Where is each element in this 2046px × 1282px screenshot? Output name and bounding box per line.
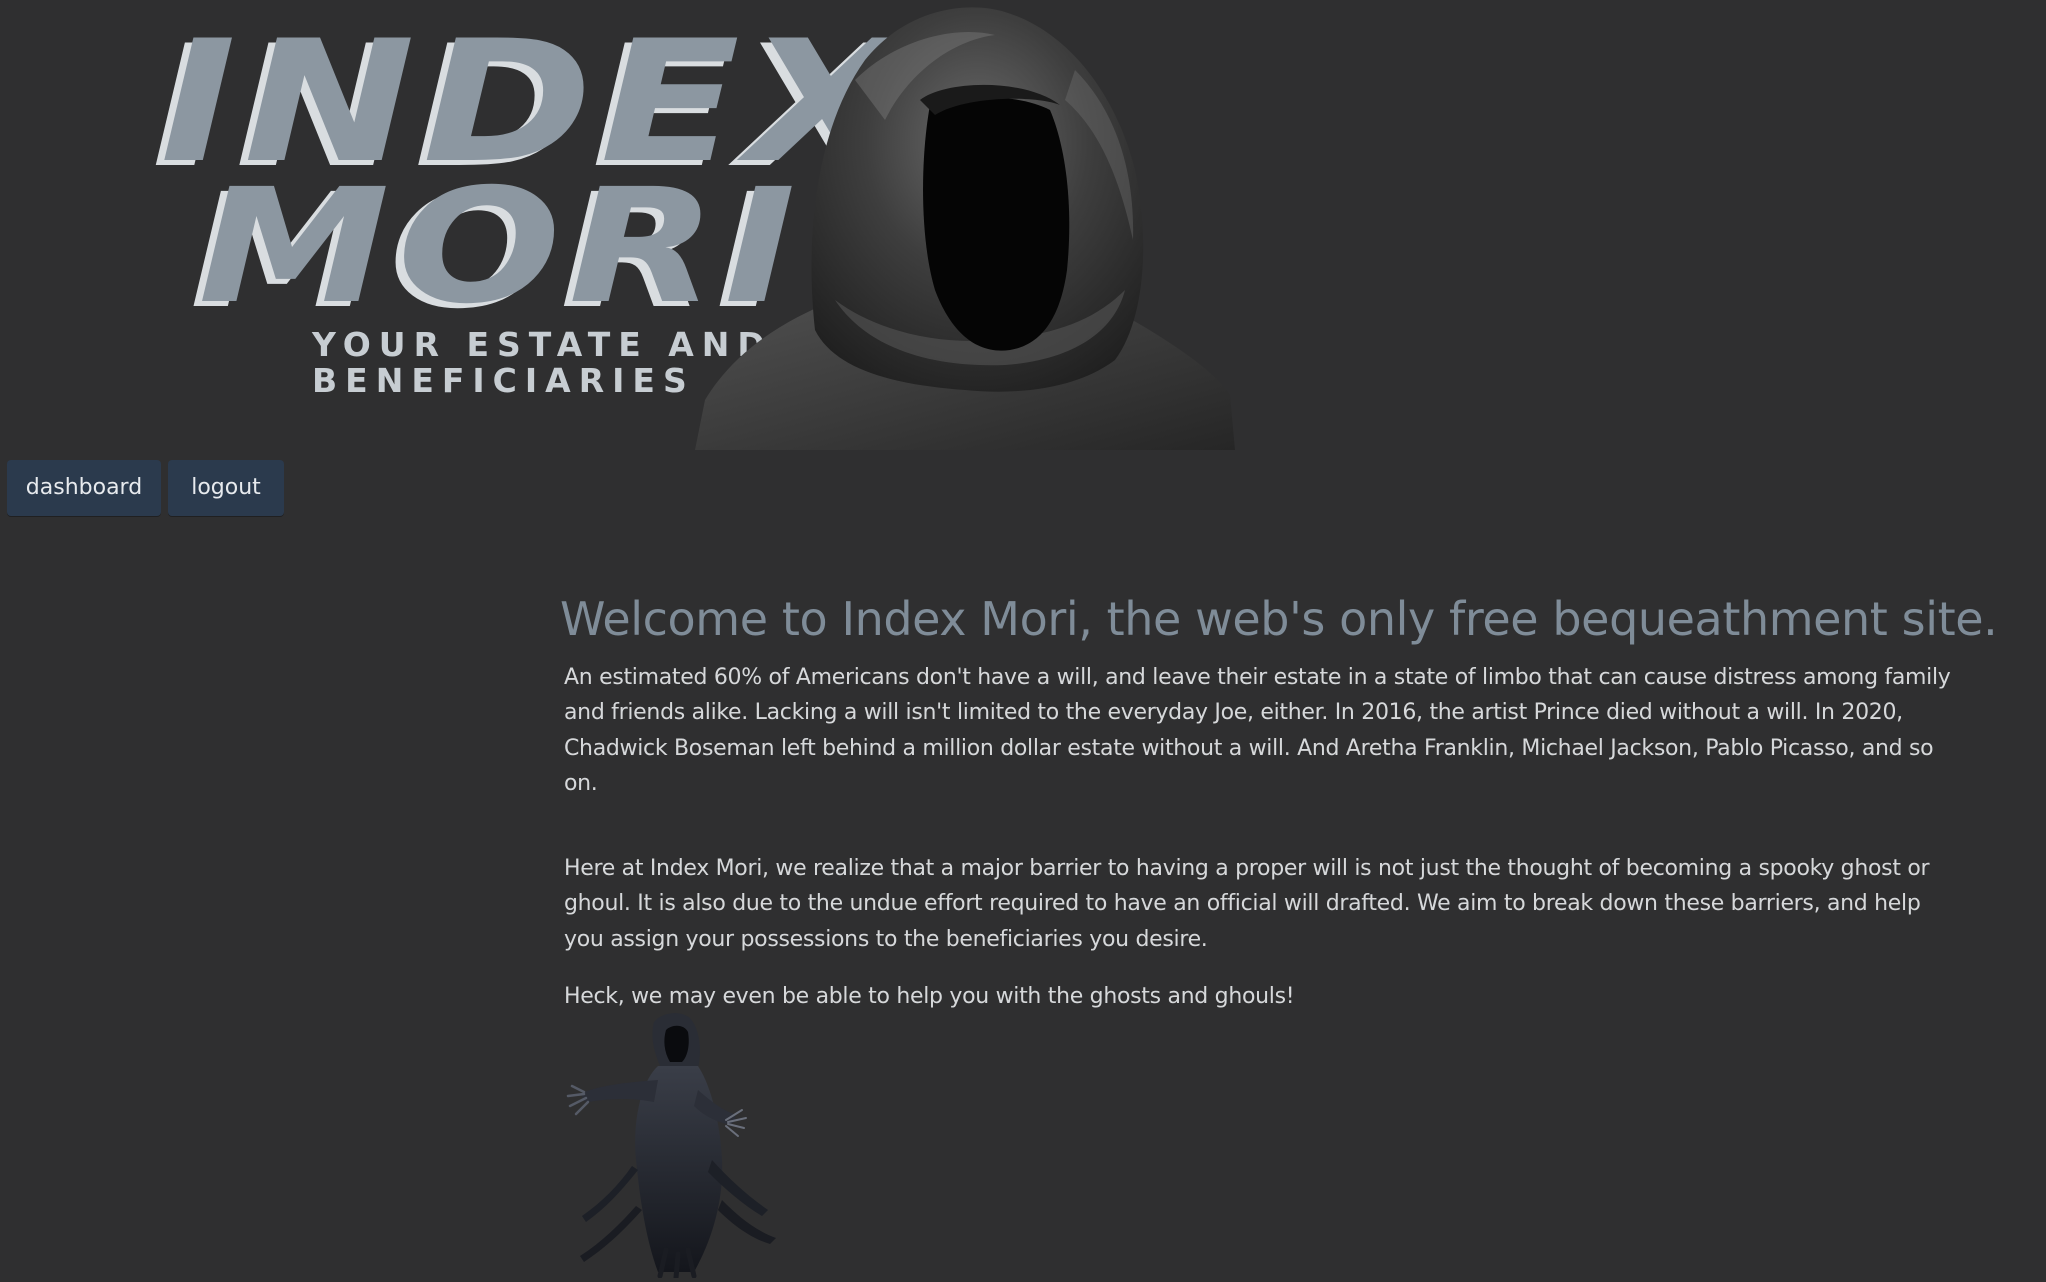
page-title: Welcome to Index Mori, the web's only fr… — [560, 592, 1998, 646]
main-content: Welcome to Index Mori, the web's only fr… — [560, 590, 1998, 1015]
dementor-figure-image — [566, 1013, 776, 1278]
hooded-reaper-image — [695, 7, 1235, 450]
dashboard-button[interactable]: dashboard — [7, 460, 161, 516]
logout-button[interactable]: logout — [168, 460, 284, 516]
mission-paragraph: Here at Index Mori, we realize that a ma… — [564, 855, 1930, 952]
site-header: INDEX MORI YOUR ESTATE AND BENEFICIARIES — [0, 0, 2046, 450]
intro-paragraph: An estimated 60% of Americans don't have… — [564, 664, 1951, 797]
